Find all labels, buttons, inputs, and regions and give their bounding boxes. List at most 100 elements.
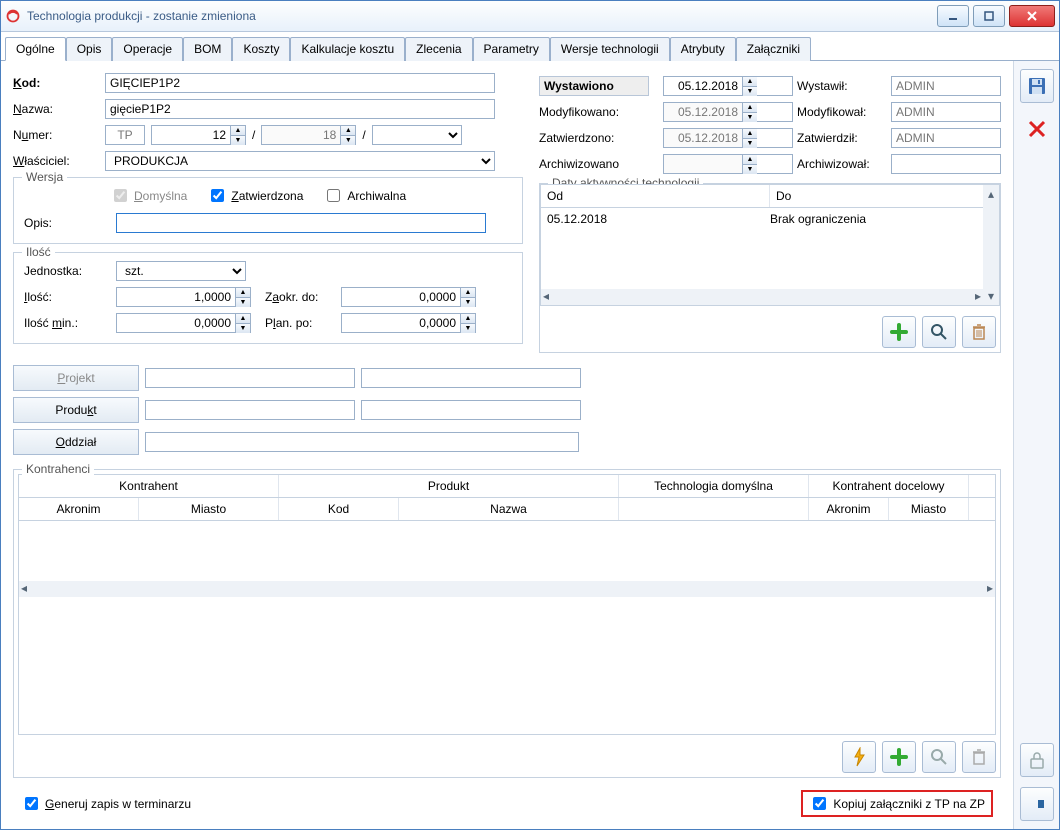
oddzial-input[interactable] [145,432,579,452]
tab-bom[interactable]: BOM [183,37,232,61]
tab-koszty[interactable]: Koszty [232,37,290,61]
hdr-kod: Kod [279,498,399,520]
label-iloscmin: Ilość min.: [24,316,110,330]
hdr-miasto2: Miasto [889,498,969,520]
wystawiono-label: Wystawiono [539,76,649,96]
produkt-button[interactable]: Produkt [13,397,139,423]
kontrahenci-grid[interactable]: Kontrahent Produkt Technologia domyślna … [18,474,996,735]
hscroll[interactable]: ◂▸ [541,289,983,305]
zatwierdzono-label: Zatwierdzono: [539,131,659,145]
label-plan: Plan. po: [265,316,335,330]
kod-input[interactable] [105,73,495,93]
label-ilosc: Ilość: [24,290,110,304]
opis-input[interactable] [116,213,486,233]
modyfikowal-value [891,102,1001,122]
search-date-button[interactable] [922,316,956,348]
projekt-name-input[interactable] [361,368,581,388]
modyfikowal-label: Modyfikował: [797,105,887,119]
dates-panel: Wystawiono ▲▼ Wystawił: Modyfikowano: ▲▼… [539,73,1001,177]
hdr-tech: Technologia domyślna [619,475,809,497]
tab-zlecenia[interactable]: Zlecenia [405,37,472,61]
hdr-akronim2: Akronim [809,498,889,520]
modyfikowano-label: Modyfikowano: [539,105,659,119]
cell-do: Brak ograniczenia [770,212,993,226]
minimize-button[interactable] [937,5,969,27]
close-button[interactable] [1009,5,1055,27]
kopiuj-highlight: Kopiuj załączniki z TP na ZP [801,790,993,817]
label-jednostka: Jednostka: [24,264,110,278]
pin-button[interactable] [1020,787,1054,821]
app-icon [5,8,21,24]
projekt-code-input[interactable] [145,368,355,388]
add-date-button[interactable] [882,316,916,348]
hdr-kontr-doc: Kontrahent docelowy [809,475,969,497]
archiwalna-check[interactable]: Archiwalna [323,186,406,205]
app-window: Technologia produkcji - zostanie zmienio… [0,0,1060,830]
kontr-hscroll[interactable]: ◂▸ [19,581,995,597]
wystawil-value [891,76,1001,96]
kontrahenci-legend: Kontrahenci [22,462,94,476]
numer-b-spin[interactable]: ▲▼ [261,125,356,145]
ilosc-legend: Ilość [22,245,55,259]
add-kontr-button[interactable] [882,741,916,773]
daty-table[interactable]: Od Do 05.12.2018 Brak ograniczenia ▴▾ ◂▸ [540,184,1000,306]
label-wlasciciel: Właściciel: [13,154,99,168]
bolt-button[interactable] [842,741,876,773]
tabstrip: Ogólne Opis Operacje BOM Koszty Kalkulac… [1,32,1059,61]
projekt-button: Projekt [13,365,139,391]
col-do: Do [770,185,999,207]
maximize-button[interactable] [973,5,1005,27]
wersja-legend: Wersja [22,170,67,184]
hdr-produkt: Produkt [279,475,619,497]
tab-parametry[interactable]: Parametry [473,37,550,61]
daty-akt-group: Daty aktywności technologii Od Do 05.12.… [539,183,1001,353]
domyslna-check: Domyślna [110,186,187,205]
plan-spin[interactable]: ▲▼ [341,313,476,333]
cancel-button[interactable] [1021,113,1053,145]
delete-date-button[interactable] [962,316,996,348]
zatwierdzona-check[interactable]: Zatwierdzona [207,186,303,205]
kontrahenci-group: Kontrahenci Kontrahent Produkt Technolog… [13,469,1001,778]
tab-wersje[interactable]: Wersje technologii [550,37,670,61]
numer-prefix [105,125,145,145]
wystawil-label: Wystawił: [797,79,887,93]
hdr-kontrahent: Kontrahent [19,475,279,497]
hdr-akronim: Akronim [19,498,139,520]
produkt-code-input[interactable] [145,400,355,420]
tab-ogolne[interactable]: Ogólne [5,37,66,61]
tab-operacje[interactable]: Operacje [112,37,183,61]
oddzial-button[interactable]: Oddział [13,429,139,455]
nazwa-input[interactable] [105,99,495,119]
jednostka-select[interactable]: szt. [116,261,246,281]
numer-a-spin[interactable]: ▲▼ [151,125,246,145]
zatwierdzil-label: Zatwierdził: [797,131,887,145]
ilosc-group: Ilość Jednostka: szt. Ilość: ▲▼ Zaokr. d… [13,252,523,344]
wystawiono-date[interactable]: ▲▼ [663,76,793,96]
wersja-group: Wersja Domyślna Zatwierdzona Archiwalna … [13,177,523,244]
vscroll[interactable]: ▴▾ [983,185,999,305]
zatwierdzil-value [891,128,1001,148]
kopiuj-check[interactable]: Kopiuj załączniki z TP na ZP [809,794,985,813]
delete-kontr-button [962,741,996,773]
archiwizowano-date: ▲▼ [663,154,793,174]
zaokr-spin[interactable]: ▲▼ [341,287,476,307]
label-kod: KKod:od: [13,76,99,90]
wlasciciel-select[interactable]: PRODUKCJA [105,151,495,171]
tab-opis[interactable]: Opis [66,37,113,61]
archiwizowal-value [891,154,1001,174]
ilosc-spin[interactable]: ▲▼ [116,287,251,307]
save-button[interactable] [1020,69,1054,103]
iloscmin-spin[interactable]: ▲▼ [116,313,251,333]
search-kontr-button [922,741,956,773]
tab-atrybuty[interactable]: Atrybuty [670,37,736,61]
tab-kalkulacje[interactable]: Kalkulacje kosztu [290,37,405,61]
numer-c-select[interactable] [372,125,462,145]
cell-od: 05.12.2018 [547,212,770,226]
label-numer: Numer: [13,128,99,142]
table-row[interactable]: 05.12.2018 Brak ograniczenia [541,208,999,230]
lock-button [1020,743,1054,777]
generuj-check[interactable]: Generuj zapis w terminarzu [21,794,191,813]
tab-zalaczniki[interactable]: Załączniki [736,37,811,61]
hdr-miasto: Miasto [139,498,279,520]
produkt-name-input[interactable] [361,400,581,420]
